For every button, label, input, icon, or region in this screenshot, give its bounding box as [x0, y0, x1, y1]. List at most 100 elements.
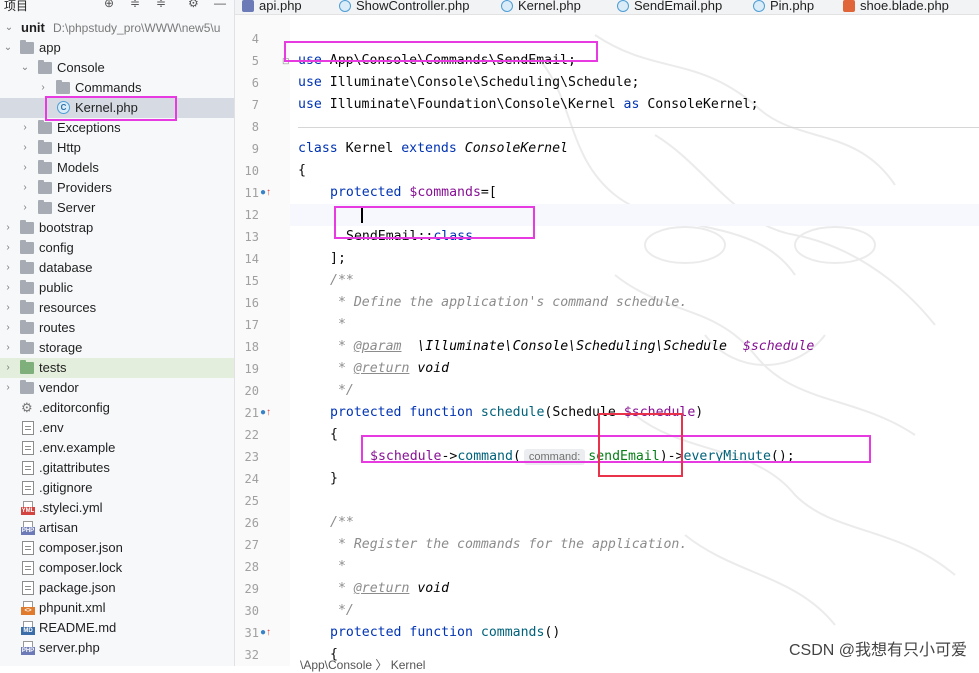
code-line-17[interactable]: * — [330, 314, 346, 336]
code-line-6[interactable]: use Illuminate\Console\Scheduling\Schedu… — [298, 72, 639, 94]
chevron-right-icon[interactable]: › — [20, 118, 30, 138]
chevron-right-icon[interactable]: › — [20, 198, 30, 218]
tree-item-config[interactable]: › config — [0, 238, 234, 258]
code-line-7[interactable]: use Illuminate\Foundation\Console\Kernel… — [298, 94, 759, 116]
code-line-30[interactable]: */ — [330, 600, 354, 622]
code-line-29[interactable]: * @return void — [330, 578, 449, 600]
tree-item-models[interactable]: › Models — [0, 158, 234, 178]
project-panel-title[interactable]: 项目 — [4, 0, 28, 14]
code-line-20[interactable]: */ — [330, 380, 354, 402]
chevron-right-icon[interactable]: › — [3, 378, 13, 398]
breadcrumb[interactable]: \App\Console 〉 Kernel — [300, 656, 425, 673]
code-line-10[interactable]: { — [298, 160, 306, 182]
tab-pin-php[interactable]: Pin.php — [753, 0, 814, 14]
code-editor[interactable]: 4 5 6 7 8 9 10 11 12 13 14 15 16 17 18 1… — [235, 15, 979, 666]
tree-item-tests[interactable]: › tests — [0, 358, 234, 378]
tree-item-console[interactable]: ⌄ Console — [0, 58, 234, 78]
folder-icon — [20, 40, 34, 54]
code-text: ConsoleKernel — [456, 141, 568, 156]
code-line-18[interactable]: * @param \Illuminate\Console\Scheduling\… — [330, 336, 814, 358]
code-line-24[interactable]: } — [330, 468, 338, 490]
tree-item-providers[interactable]: › Providers — [0, 178, 234, 198]
locate-icon[interactable]: ⊕ — [104, 0, 114, 10]
tree-item-package-json[interactable]: package.json — [0, 578, 234, 598]
tree-item-env-example[interactable]: .env.example — [0, 438, 234, 458]
tree-item-artisan[interactable]: PHP artisan — [0, 518, 234, 538]
tab-showcontroller-php[interactable]: ShowController.php — [339, 0, 469, 14]
expand-all-icon[interactable]: ≑ — [130, 0, 140, 10]
override-icon[interactable]: ●↑ — [260, 402, 274, 424]
tree-item-bootstrap[interactable]: › bootstrap — [0, 218, 234, 238]
chevron-down-icon[interactable]: ⌄ — [3, 38, 13, 58]
tree-item-composer-lock[interactable]: composer.lock — [0, 558, 234, 578]
tree-item-commands[interactable]: › Commands — [0, 78, 234, 98]
chevron-right-icon[interactable]: › — [3, 358, 13, 378]
chevron-right-icon[interactable]: › — [3, 238, 13, 258]
chevron-right-icon[interactable]: › — [3, 318, 13, 338]
tab-shoe-blade-php[interactable]: shoe.blade.php — [843, 0, 949, 14]
chevron-right-icon[interactable]: › — [20, 178, 30, 198]
chevron-right-icon[interactable]: › — [3, 338, 13, 358]
tree-item-phpunit-xml[interactable]: <> phpunit.xml — [0, 598, 234, 618]
code-line-27[interactable]: * Register the commands for the applicat… — [330, 534, 687, 556]
tree-item-routes[interactable]: › routes — [0, 318, 234, 338]
tab-api-php[interactable]: api.php — [242, 0, 302, 14]
php-class-icon — [339, 0, 351, 12]
code-comment: /** — [330, 515, 354, 530]
code-line-22[interactable]: { — [330, 424, 338, 446]
tree-item-label: .styleci.yml — [39, 500, 103, 515]
tree-item-database[interactable]: › database — [0, 258, 234, 278]
code-text: ) — [695, 405, 704, 420]
tab-sendemail-php[interactable]: SendEmail.php — [617, 0, 722, 14]
tree-item-server[interactable]: › Server — [0, 198, 234, 218]
json-file-icon — [22, 541, 34, 555]
tree-item-server-php[interactable]: PHP server.php — [0, 638, 234, 658]
line-number: 29 — [244, 582, 259, 596]
tree-item-app[interactable]: ⌄ app — [0, 38, 234, 58]
tree-item-vendor[interactable]: › vendor — [0, 378, 234, 398]
code-line-26[interactable]: /** — [330, 512, 354, 534]
code-line-28[interactable]: * — [330, 556, 346, 578]
tree-item-exceptions[interactable]: › Exceptions — [0, 118, 234, 138]
tree-item-resources[interactable]: › resources — [0, 298, 234, 318]
tree-item-gitignore[interactable]: .gitignore — [0, 478, 234, 498]
minimize-icon[interactable]: — — [214, 0, 226, 10]
chevron-right-icon[interactable]: › — [3, 298, 13, 318]
override-icon[interactable]: ●↑ — [260, 622, 274, 644]
code-line-19[interactable]: * @return void — [330, 358, 449, 380]
code-comment: /** — [330, 273, 354, 288]
settings-file-icon: ⚙ — [21, 400, 33, 415]
tab-label: Kernel.php — [518, 0, 581, 13]
chevron-down-icon[interactable]: ⌄ — [4, 18, 14, 38]
chevron-right-icon[interactable]: › — [3, 218, 13, 238]
code-line-9[interactable]: class Kernel extends ConsoleKernel — [298, 138, 568, 160]
code-line-16[interactable]: * Define the application's command sched… — [330, 292, 687, 314]
override-icon[interactable]: ●↑ — [260, 182, 274, 204]
chevron-right-icon[interactable]: › — [20, 158, 30, 178]
chevron-right-icon[interactable]: › — [3, 278, 13, 298]
folder-icon — [20, 380, 34, 394]
tree-item-readme[interactable]: MD README.md — [0, 618, 234, 638]
tree-item-label: public — [39, 280, 73, 295]
tree-item-storage[interactable]: › storage — [0, 338, 234, 358]
chevron-right-icon[interactable]: › — [38, 78, 48, 98]
code-line-11[interactable]: protected $commands=[ — [330, 182, 497, 204]
gear-icon[interactable]: ⚙ — [188, 0, 199, 10]
tree-item-env[interactable]: .env — [0, 418, 234, 438]
code-line-14[interactable]: ]; — [330, 248, 346, 270]
chevron-down-icon[interactable]: ⌄ — [20, 58, 30, 78]
tree-item-styleci[interactable]: YML .styleci.yml — [0, 498, 234, 518]
chevron-right-icon[interactable]: › — [20, 138, 30, 158]
tree-item-http[interactable]: › Http — [0, 138, 234, 158]
tree-item-gitattributes[interactable]: .gitattributes — [0, 458, 234, 478]
tree-item-public[interactable]: › public — [0, 278, 234, 298]
tree-root[interactable]: ⌄ unit D:\phpstudy_pro\WWW\new5\u — [0, 18, 234, 38]
collapse-all-icon[interactable]: ≑ — [156, 0, 166, 10]
tab-kernel-php[interactable]: Kernel.php — [501, 0, 581, 14]
code-line-31[interactable]: protected function commands() — [330, 622, 560, 644]
chevron-right-icon[interactable]: › — [3, 258, 13, 278]
tree-item-editorconfig[interactable]: ⚙ .editorconfig — [0, 398, 234, 418]
tree-item-composer-json[interactable]: composer.json — [0, 538, 234, 558]
code-line-15[interactable]: /** — [330, 270, 354, 292]
folder-icon — [38, 140, 52, 154]
